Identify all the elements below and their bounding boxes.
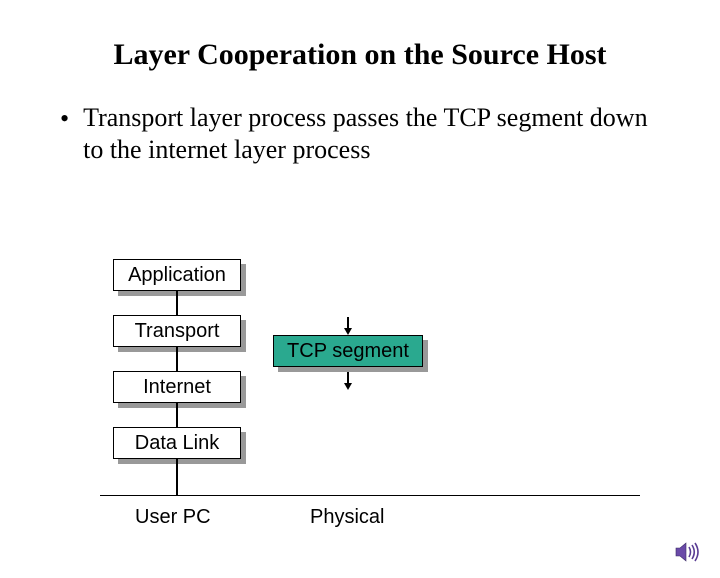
layer-datalink: Data Link [113, 427, 241, 459]
layer-internet: Internet [113, 371, 241, 403]
layer-transport: Transport [113, 315, 241, 347]
caption-user-pc: User PC [135, 506, 211, 529]
layer-diagram: Application Transport Internet Data Link… [0, 38, 720, 578]
layer-label: Transport [135, 320, 220, 343]
arrow-down-icon [344, 383, 352, 390]
connector-line [176, 459, 178, 495]
caption-physical: Physical [310, 506, 384, 529]
tcp-segment-box: TCP segment [273, 335, 423, 367]
arrow-down-icon [344, 328, 352, 335]
baseline [100, 495, 640, 496]
layer-label: Data Link [135, 432, 220, 455]
layer-application: Application [113, 259, 241, 291]
layer-label: Internet [143, 376, 211, 399]
connector-line [176, 403, 178, 427]
segment-label: TCP segment [287, 340, 409, 363]
layer-label: Application [128, 264, 226, 287]
sound-icon [674, 540, 702, 564]
connector-line [176, 291, 178, 315]
connector-line [176, 347, 178, 371]
